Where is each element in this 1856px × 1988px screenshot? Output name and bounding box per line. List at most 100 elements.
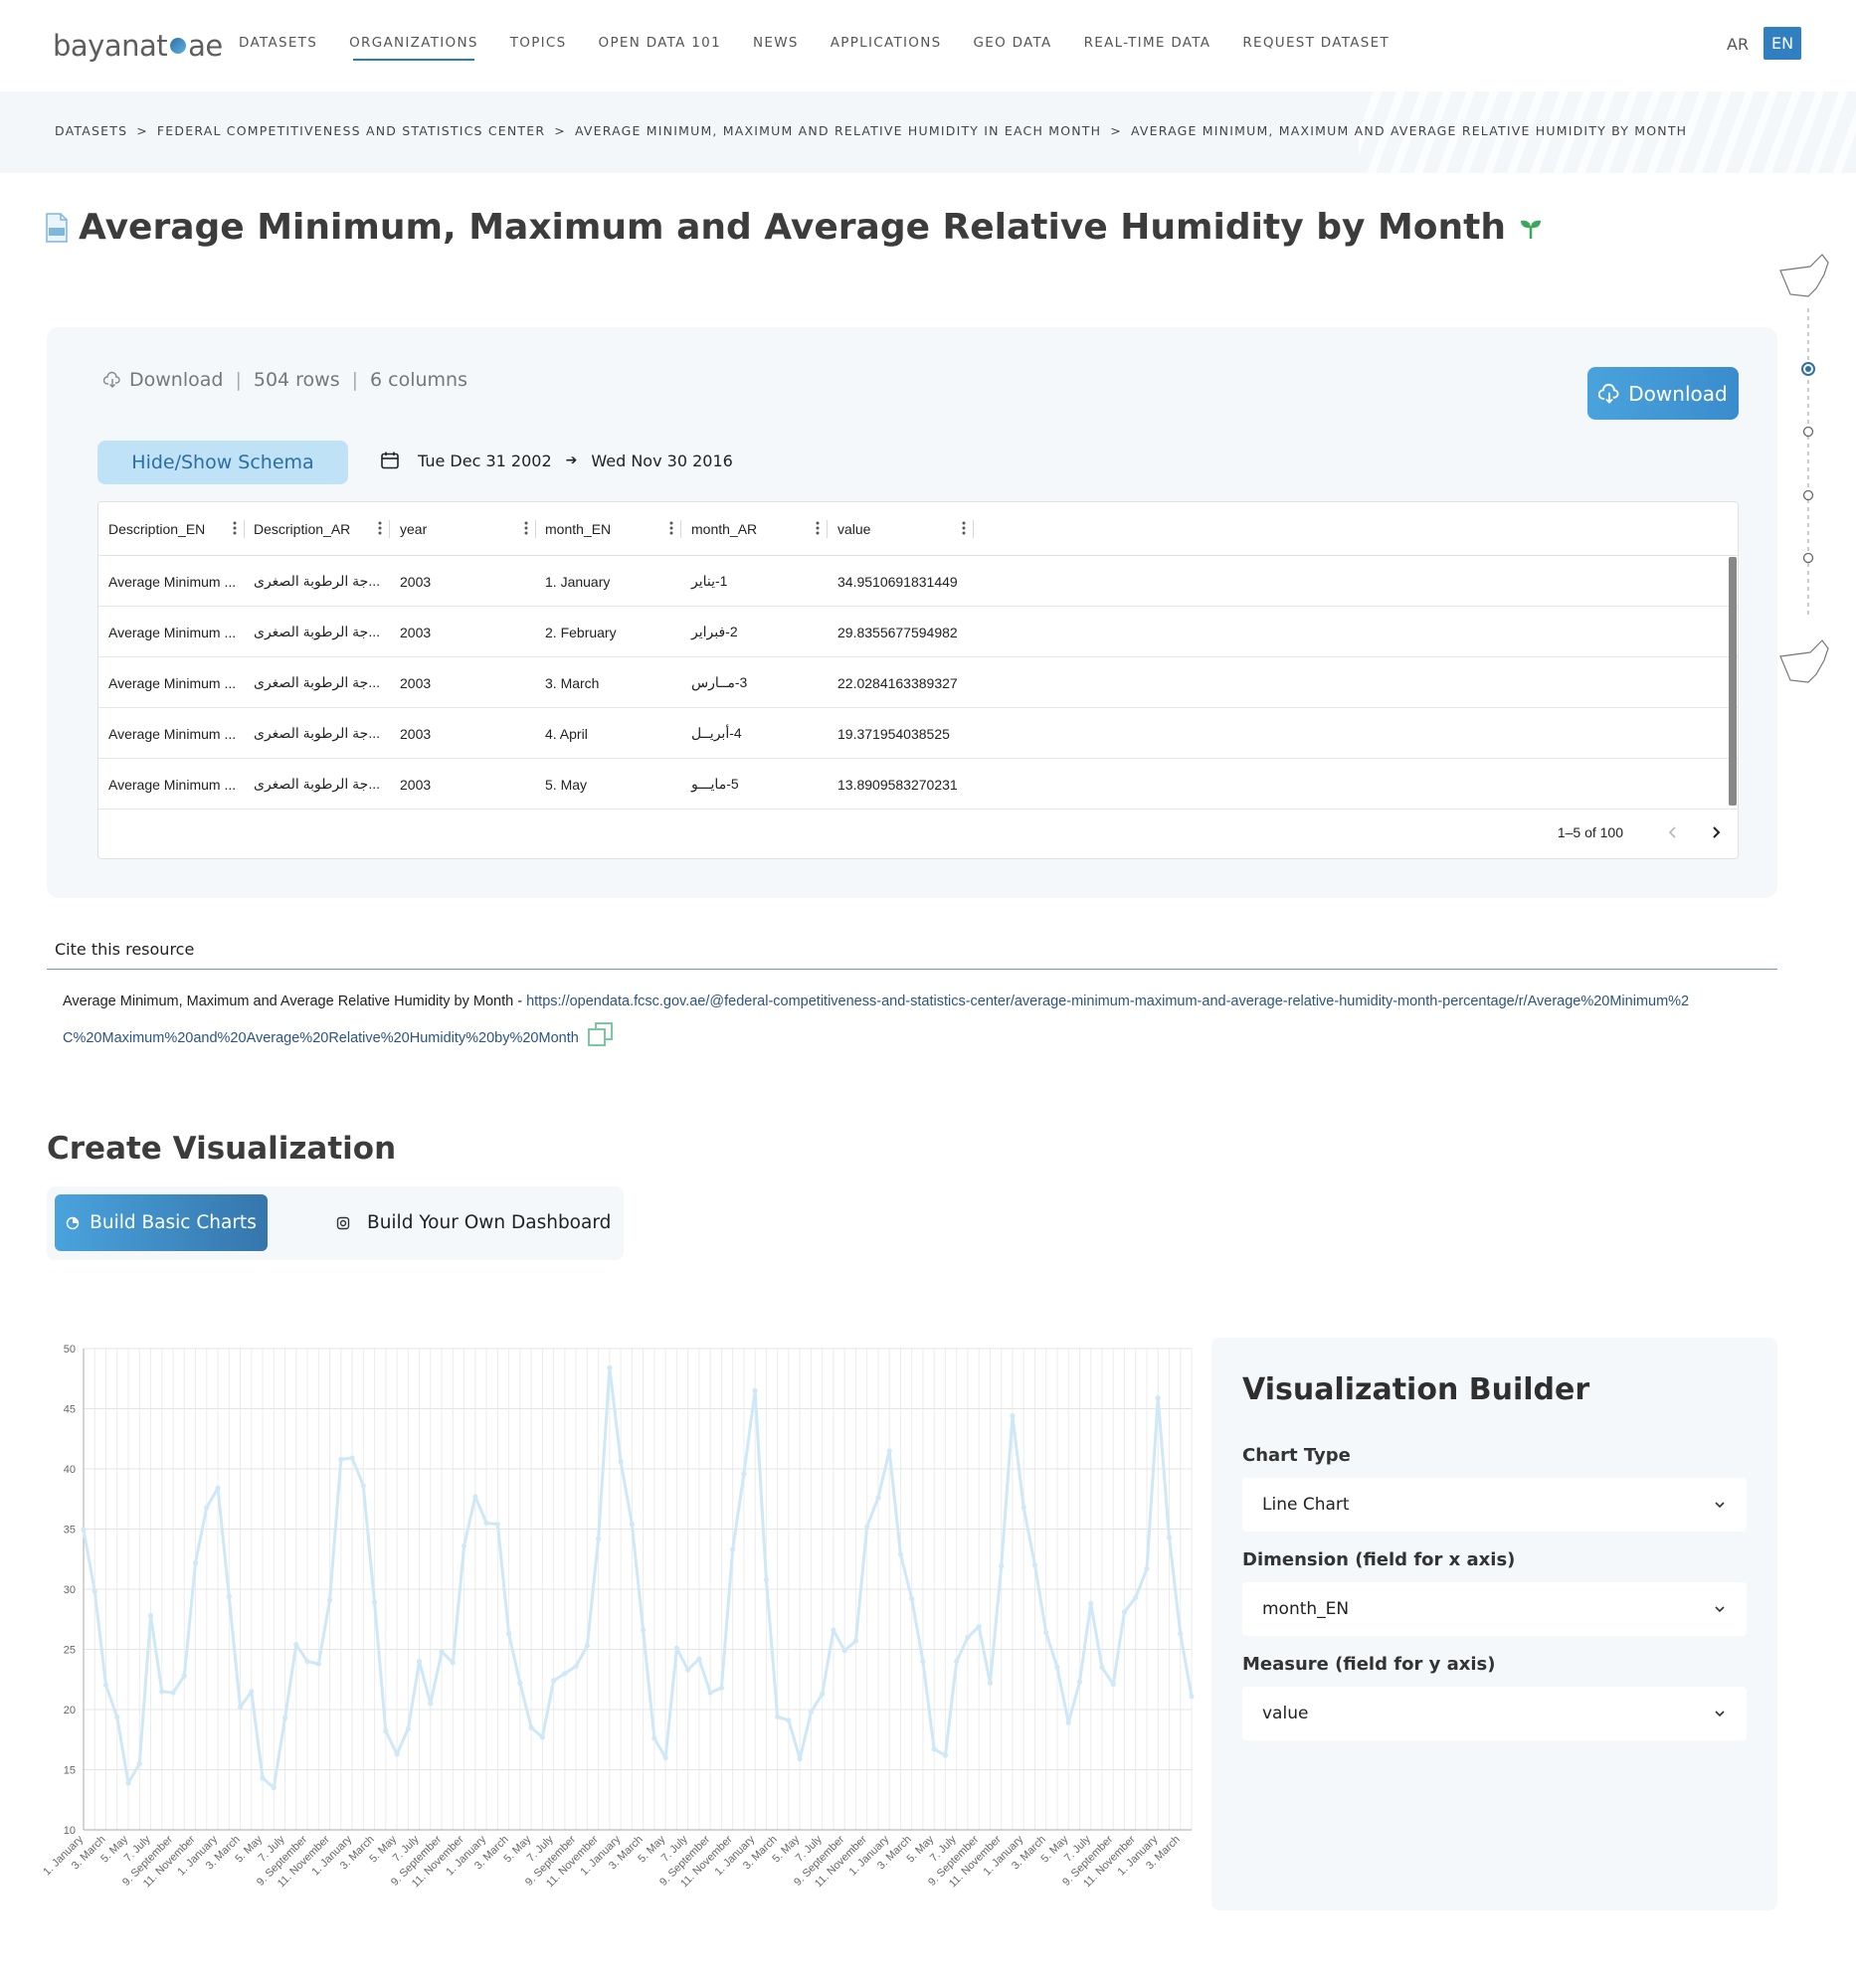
copy-icon[interactable] [587, 1020, 615, 1048]
arrow-right-icon: ➔ [565, 452, 578, 468]
column-menu-icon[interactable] [233, 521, 237, 535]
chart-type-select[interactable]: Line Chart [1242, 1478, 1747, 1532]
column-header-label: year [400, 521, 428, 537]
visualization-tabs: Build Basic Charts Build Your Own Dashbo… [47, 1186, 624, 1260]
tab-build-dashboard[interactable]: Build Your Own Dashboard [335, 1194, 611, 1251]
data-point [483, 1520, 489, 1527]
data-point [192, 1559, 199, 1565]
column-header[interactable]: value [828, 502, 974, 556]
nav-item-real-time-data[interactable]: REAL-TIME DATA [1084, 35, 1211, 61]
data-point [965, 1634, 971, 1640]
table-cell: Average Minimum ... [108, 674, 237, 691]
table-row[interactable]: Average Minimum ... ...ﺟﺔ اﻟﺮﻃﻮﺑﺔ اﻟﺼﻐﺮى 2… [98, 607, 1738, 657]
data-point [249, 1689, 255, 1695]
column-menu-icon[interactable] [378, 521, 382, 535]
measure-label: Measure (field for y axis) [1242, 1654, 1496, 1675]
data-point [461, 1542, 467, 1549]
csv-file-icon [46, 212, 68, 243]
column-menu-icon[interactable] [669, 521, 673, 535]
column-menu-icon[interactable] [524, 521, 528, 535]
data-point [662, 1754, 668, 1760]
pager-next-icon[interactable] [1706, 821, 1726, 843]
breadcrumb-item[interactable]: AVERAGE MINIMUM, MAXIMUM AND AVERAGE REL… [1131, 123, 1687, 138]
data-point [596, 1536, 602, 1541]
download-button[interactable]: Download [1587, 367, 1739, 420]
tab-basic-label: Build Basic Charts [90, 1212, 257, 1233]
table-cell: 5. May [545, 776, 588, 793]
data-point [92, 1588, 97, 1594]
timeline-dot [1802, 552, 1814, 564]
chart-type-value: Line Chart [1262, 1495, 1350, 1515]
column-header[interactable]: month_AR [681, 502, 828, 556]
series-line [82, 1365, 1194, 1790]
nav-item-topics[interactable]: TOPICS [510, 35, 567, 61]
logo-dot-icon [170, 38, 187, 54]
tab-build-basic-charts[interactable]: Build Basic Charts [55, 1194, 268, 1251]
data-point [629, 1522, 635, 1528]
table-row[interactable]: Average Minimum ... ...ﺟﺔ اﻟﺮﻃﻮﺑﺔ اﻟﺼﻐﺮى 2… [98, 759, 1738, 810]
data-point [1110, 1681, 1116, 1688]
data-point [752, 1387, 758, 1393]
data-point [215, 1485, 221, 1491]
data-point [618, 1459, 624, 1465]
nav-item-open-data-101[interactable]: OPEN DATA 101 [599, 35, 721, 61]
y-tick-label: 15 [64, 1765, 76, 1777]
map-bottom-icon [1779, 639, 1829, 683]
site-header: bayanat ae DATASETS ORGANIZATIONS TOPICS OP… [0, 0, 1856, 91]
dataset-meta: Download | 504 rows | 6 columns [103, 369, 467, 391]
data-point [517, 1680, 523, 1686]
chart-type-label: Chart Type [1242, 1445, 1351, 1466]
column-menu-icon[interactable] [816, 521, 820, 535]
column-menu-icon[interactable] [962, 521, 966, 535]
download-cloud-icon [103, 371, 120, 388]
data-point [852, 1638, 859, 1644]
data-point [987, 1680, 994, 1686]
hide-show-schema-button[interactable]: Hide/Show Schema [97, 441, 348, 484]
download-link[interactable]: Download [129, 369, 223, 391]
column-header[interactable]: Description_EN [98, 502, 245, 556]
map-top-icon [1779, 254, 1829, 297]
dimension-select[interactable]: month_EN [1242, 1582, 1747, 1636]
breadcrumb: DATASETS > FEDERAL COMPETITIVENESS AND STA… [55, 123, 1687, 138]
lang-en-button[interactable]: EN [1763, 27, 1801, 60]
data-point [976, 1623, 982, 1630]
pager-prev-icon[interactable] [1663, 821, 1683, 843]
table-cell: 2003 [400, 776, 432, 793]
data-point [181, 1673, 187, 1679]
data-point [1189, 1694, 1195, 1700]
table-row[interactable]: Average Minimum ... ...ﺟﺔ اﻟﺮﻃﻮﺑﺔ اﻟﺼﻐﺮى 2… [98, 657, 1738, 708]
lang-ar-button[interactable]: AR [1727, 35, 1749, 54]
column-divider[interactable] [973, 520, 974, 538]
nav-item-request-dataset[interactable]: REQUEST DATASET [1242, 35, 1390, 61]
data-point [405, 1725, 411, 1731]
breadcrumb-item[interactable]: DATASETS [55, 123, 127, 138]
table-row[interactable]: Average Minimum ... ...ﺟﺔ اﻟﺮﻃﻮﺑﺔ اﻟﺼﻐﺮى 2… [98, 556, 1738, 607]
logo-suffix: ae [188, 29, 223, 63]
timeline-dot [1802, 489, 1814, 501]
table-cell: 2003 [400, 624, 432, 640]
data-point [114, 1715, 120, 1720]
measure-select[interactable]: value [1242, 1687, 1747, 1740]
data-point [920, 1659, 926, 1665]
data-point [315, 1661, 321, 1667]
grid-scrollbar[interactable] [1729, 557, 1737, 806]
data-point [371, 1599, 378, 1605]
date-from: Tue Dec 31 2002 [418, 451, 552, 470]
data-point [1178, 1631, 1184, 1637]
nav-item-news[interactable]: NEWS [753, 35, 799, 61]
column-header[interactable]: month_EN [535, 502, 681, 556]
bayanat-logo[interactable]: bayanat ae [53, 26, 223, 66]
table-row[interactable]: Average Minimum ... ...ﺟﺔ اﻟﺮﻃﻮﺑﺔ اﻟﺼﻐﺮى 2… [98, 708, 1738, 759]
data-point [931, 1746, 937, 1752]
table-cell: 2. February [545, 624, 617, 640]
nav-item-geo-data[interactable]: GEO DATA [973, 35, 1051, 61]
table-cell: Average Minimum ... [108, 776, 237, 793]
nav-item-applications[interactable]: APPLICATIONS [831, 35, 942, 61]
column-header[interactable]: year [390, 502, 536, 556]
nav-item-organizations[interactable]: ORGANIZATIONS [349, 35, 478, 61]
nav-item-datasets[interactable]: DATASETS [239, 35, 317, 61]
column-header[interactable]: Description_AR [244, 502, 390, 556]
data-point [651, 1735, 657, 1741]
breadcrumb-item[interactable]: AVERAGE MINIMUM, MAXIMUM AND RELATIVE HU… [575, 123, 1101, 138]
breadcrumb-item[interactable]: FEDERAL COMPETITIVENESS AND STATISTICS C… [157, 123, 545, 138]
